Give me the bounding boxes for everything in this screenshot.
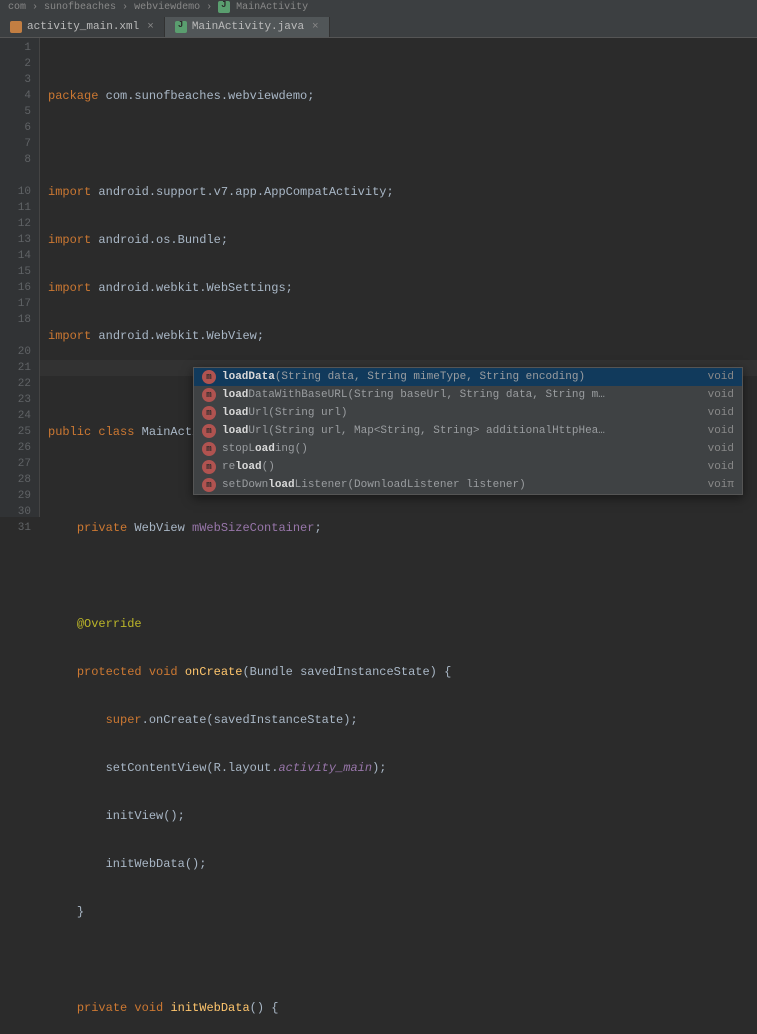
method-icon: m [202, 388, 216, 402]
close-icon[interactable]: × [312, 21, 319, 33]
tab-label: activity_main.xml [27, 21, 139, 33]
line-number: 12 [0, 216, 31, 232]
line-number: 4 [0, 88, 31, 104]
java-file-icon [175, 21, 187, 33]
line-number: 8 [0, 152, 31, 168]
line-number: 31 [0, 520, 31, 536]
line-number [0, 328, 31, 344]
tab-main-activity-java[interactable]: MainActivity.java × [165, 17, 330, 37]
line-number: 3 [0, 72, 31, 88]
line-number: 18 [0, 312, 31, 328]
breadcrumb: com› sunofbeaches› webviewdemo› MainActi… [0, 0, 757, 14]
line-number: 17 [0, 296, 31, 312]
pi-icon: π [727, 479, 734, 491]
method-icon: m [202, 478, 216, 492]
breadcrumb-item[interactable]: com [8, 2, 26, 13]
line-number: 1 [0, 40, 31, 56]
breadcrumb-item[interactable]: webviewdemo [134, 2, 200, 13]
breadcrumb-item[interactable]: sunofbeaches [44, 2, 116, 13]
completion-item[interactable]: m loadData(String data, String mimeType,… [194, 368, 742, 386]
line-number: 2 [0, 56, 31, 72]
method-icon: m [202, 460, 216, 474]
line-number: 6 [0, 120, 31, 136]
editor-tabs: activity_main.xml × MainActivity.java × [0, 14, 757, 38]
completion-item[interactable]: m loadUrl(String url, Map<String, String… [194, 422, 742, 440]
line-number: 27 [0, 456, 31, 472]
line-number: 26 [0, 440, 31, 456]
line-number: 7 [0, 136, 31, 152]
line-number: 24 [0, 408, 31, 424]
tab-label: MainActivity.java [192, 21, 304, 33]
line-number: 5 [0, 104, 31, 120]
line-number: 22 [0, 376, 31, 392]
editor-area: 1 2 3 4 5 6 7 8 10 11 12 13 14 15 16 17 … [0, 38, 757, 517]
method-icon: m [202, 424, 216, 438]
line-number: 20 [0, 344, 31, 360]
line-number: 29 [0, 488, 31, 504]
breadcrumb-item[interactable]: MainActivity [236, 2, 308, 13]
line-number: 16 [0, 280, 31, 296]
completion-item[interactable]: m loadDataWithBaseURL(String baseUrl, St… [194, 386, 742, 404]
line-number: 14 [0, 248, 31, 264]
gutter: 1 2 3 4 5 6 7 8 10 11 12 13 14 15 16 17 … [0, 38, 40, 517]
completion-item[interactable]: m setDownloadListener(DownloadListener l… [194, 476, 742, 494]
line-number: 30 [0, 504, 31, 520]
completion-item[interactable]: m reload() void [194, 458, 742, 476]
line-number: 25 [0, 424, 31, 440]
tab-activity-main-xml[interactable]: activity_main.xml × [0, 17, 165, 37]
line-number [0, 168, 31, 184]
completion-item[interactable]: m stopLoading() void [194, 440, 742, 458]
java-class-icon [218, 1, 230, 13]
completion-item[interactable]: m loadUrl(String url) void [194, 404, 742, 422]
line-number: 11 [0, 200, 31, 216]
line-number: 28 [0, 472, 31, 488]
line-number: 15 [0, 264, 31, 280]
line-number: 13 [0, 232, 31, 248]
method-icon: m [202, 406, 216, 420]
line-number: 23 [0, 392, 31, 408]
method-icon: m [202, 442, 216, 456]
line-number: 10 [0, 184, 31, 200]
close-icon[interactable]: × [147, 21, 154, 33]
xml-file-icon [10, 21, 22, 33]
method-icon: m [202, 370, 216, 384]
code-completion-popup: m loadData(String data, String mimeType,… [193, 367, 743, 495]
line-number: 21 [0, 360, 31, 376]
